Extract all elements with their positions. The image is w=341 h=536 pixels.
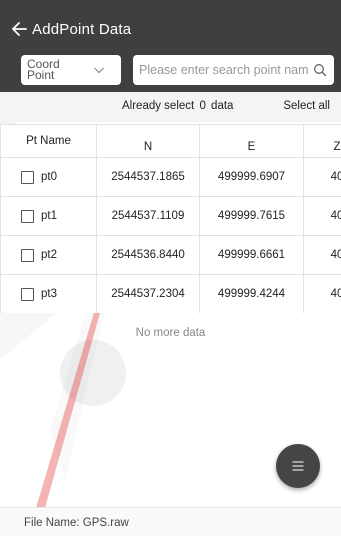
pt-name: pt1 xyxy=(41,210,57,222)
page-title: AddPoint Data xyxy=(32,20,132,38)
table-header-row: Pt Name N E Z xyxy=(0,124,341,158)
pt-name: pt0 xyxy=(41,171,57,183)
table-row[interactable]: pt2 2544536.8440 499999.6661 40 xyxy=(0,235,341,275)
row-checkbox[interactable] xyxy=(21,287,34,301)
column-header-pt-name: Pt Name xyxy=(0,124,97,158)
table-row[interactable]: pt0 2544537.1865 499999.6907 40 xyxy=(0,157,341,197)
coord-point-select[interactable]: Coord Point xyxy=(21,55,121,85)
n-value: 2544537.1865 xyxy=(96,157,200,197)
pt-name-cell: pt1 xyxy=(0,196,97,236)
e-value: 499999.4244 xyxy=(199,274,304,313)
title-row: AddPoint Data xyxy=(0,14,341,44)
pt-name: pt2 xyxy=(41,249,57,261)
e-value: 499999.6907 xyxy=(199,157,304,197)
z-value: 40 xyxy=(303,157,341,197)
selection-count: 0 xyxy=(199,100,206,112)
pt-name-cell: pt2 xyxy=(0,235,97,275)
selection-summary: Already select 0 data xyxy=(122,100,233,112)
selection-bar: Already select 0 data Select all xyxy=(0,92,341,122)
coord-select-label: Coord Point xyxy=(27,57,60,82)
n-value: 2544537.2304 xyxy=(96,274,200,313)
z-value: 40 xyxy=(303,274,341,313)
search-row: Coord Point xyxy=(0,55,341,85)
menu-icon xyxy=(292,461,304,471)
column-header-n: N xyxy=(96,124,200,158)
pt-name-cell: pt0 xyxy=(0,157,97,197)
column-header-z: Z xyxy=(303,124,341,158)
points-table: Pt Name N E Z pt0 2544537.1865 499999.69… xyxy=(0,124,341,313)
row-checkbox[interactable] xyxy=(21,209,34,223)
e-value: 499999.7615 xyxy=(199,196,304,236)
footer-bar: File Name: GPS.raw xyxy=(0,507,341,536)
selection-suffix: data xyxy=(211,100,234,112)
chevron-down-icon xyxy=(94,67,104,74)
n-value: 2544537.1109 xyxy=(96,196,200,236)
pt-name-cell: pt3 xyxy=(0,274,97,313)
select-all-button[interactable]: Select all xyxy=(283,100,330,112)
n-value: 2544536.8440 xyxy=(96,235,200,275)
column-header-e: E xyxy=(199,124,304,158)
pt-name: pt3 xyxy=(41,288,57,300)
row-checkbox[interactable] xyxy=(21,170,34,184)
arrow-left-icon[interactable] xyxy=(8,18,30,40)
already-select-label: Already select xyxy=(122,100,195,112)
table-row[interactable]: pt1 2544537.1109 499999.7615 40 xyxy=(0,196,341,236)
z-value: 40 xyxy=(303,196,341,236)
points-table-grid: Pt Name N E Z pt0 2544537.1865 499999.69… xyxy=(0,124,341,313)
e-value: 499999.6661 xyxy=(199,235,304,275)
table-row[interactable]: pt3 2544537.2304 499999.4244 40 xyxy=(0,274,341,313)
search-input[interactable] xyxy=(139,63,309,77)
app-header: AddPoint Data Coord Point xyxy=(0,0,341,92)
file-name-label: File Name: GPS.raw xyxy=(24,517,129,529)
no-more-data-text: No more data xyxy=(135,327,206,339)
search-icon[interactable] xyxy=(313,63,327,77)
z-value: 40 xyxy=(303,235,341,275)
search-box xyxy=(133,55,334,85)
row-checkbox[interactable] xyxy=(21,248,34,262)
menu-fab-button[interactable] xyxy=(276,444,320,488)
